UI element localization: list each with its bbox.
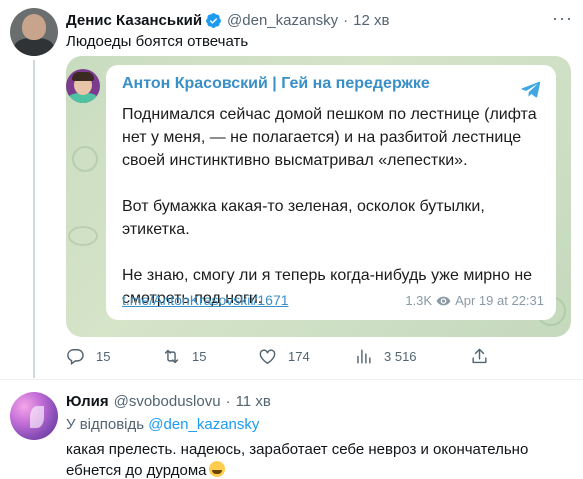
retweet-button[interactable]: 15 bbox=[162, 347, 206, 366]
telegram-message-bubble: Антон Красовский | Гей на передержке Под… bbox=[106, 65, 556, 320]
background-doodle bbox=[68, 226, 98, 246]
tweet-timestamp[interactable]: 12 хв bbox=[353, 12, 389, 29]
reply-author-handle[interactable]: @svoboduslovu bbox=[114, 393, 221, 410]
retweet-count: 15 bbox=[192, 349, 207, 364]
thread-line bbox=[33, 60, 35, 378]
replying-to-mention[interactable]: @den_kazansky bbox=[148, 416, 259, 433]
separator-dot: · bbox=[225, 393, 231, 410]
tweet-header: Денис Казанський @den_kazansky · 12 хв bbox=[66, 10, 390, 30]
verified-badge-icon bbox=[206, 12, 221, 28]
share-button[interactable] bbox=[470, 347, 489, 366]
reply-text: какая прелесть. надеюсь, заработает себе… bbox=[66, 439, 546, 479]
telegram-post-date: Apr 19 at 22:31 bbox=[455, 293, 544, 308]
author-handle[interactable]: @den_kazansky bbox=[227, 12, 338, 29]
reply-count: 15 bbox=[96, 349, 111, 364]
telegram-view-count: 1.3K bbox=[405, 293, 433, 308]
views-button[interactable]: 3 516 bbox=[354, 347, 417, 366]
reply-avatar[interactable] bbox=[10, 392, 58, 440]
replying-to-label: У відповідь bbox=[66, 416, 145, 433]
tweet-actions: 15 15 174 3 516 bbox=[66, 347, 496, 369]
author-name[interactable]: Денис Казанський bbox=[66, 12, 202, 29]
eye-icon bbox=[436, 296, 451, 305]
reply-timestamp[interactable]: 11 хв bbox=[236, 393, 271, 410]
telegram-channel-name: Антон Красовский | Гей на передержке bbox=[122, 75, 430, 92]
reply-tweet[interactable]: Юлия @svoboduslovu · 11 хв У відповідь @… bbox=[0, 380, 583, 479]
avatar-head-shape bbox=[22, 14, 46, 40]
view-count: 3 516 bbox=[384, 349, 417, 364]
grinning-face-emoji-icon bbox=[209, 461, 226, 477]
tweet[interactable]: Денис Казанський @den_kazansky · 12 хв ·… bbox=[0, 0, 583, 379]
separator-dot: · bbox=[343, 11, 349, 29]
like-button[interactable]: 174 bbox=[258, 347, 310, 366]
retweet-icon bbox=[164, 349, 179, 364]
avatar[interactable] bbox=[10, 8, 58, 56]
telegram-message-meta: 1.3K Apr 19 at 22:31 bbox=[405, 293, 544, 308]
embedded-telegram-screenshot[interactable]: Антон Красовский | Гей на передержке Под… bbox=[66, 56, 571, 337]
reply-icon bbox=[67, 349, 84, 365]
reply-text-content: какая прелесть. надеюсь, заработает себе… bbox=[66, 441, 529, 479]
telegram-channel-avatar bbox=[66, 69, 100, 103]
like-count: 174 bbox=[288, 349, 310, 364]
heart-icon bbox=[259, 349, 276, 365]
reply-button[interactable]: 15 bbox=[66, 347, 110, 366]
more-options-icon[interactable]: ··· bbox=[552, 8, 573, 29]
avatar-hair-shape bbox=[72, 72, 94, 81]
background-doodle bbox=[72, 146, 98, 172]
replying-to: У відповідь @den_kazansky bbox=[66, 416, 259, 433]
telegram-paragraph: Вот бумажка какая-то зеленая, осколок бу… bbox=[122, 198, 485, 238]
telegram-logo-icon bbox=[521, 81, 541, 98]
reply-header: Юлия @svoboduslovu · 11 хв bbox=[66, 393, 271, 410]
avatar-body-shape bbox=[14, 38, 54, 56]
avatar-decoration-shape bbox=[30, 406, 44, 428]
views-chart-icon bbox=[357, 349, 371, 364]
telegram-paragraph: Поднимался сейчас домой пешком по лестни… bbox=[122, 106, 537, 169]
share-icon bbox=[472, 348, 487, 364]
tweet-text: Людоеды боятся отвечать bbox=[66, 33, 249, 50]
reply-author-name[interactable]: Юлия bbox=[66, 393, 109, 410]
telegram-post-link: t.me/AntonKrasovskii/1671 bbox=[122, 292, 289, 308]
